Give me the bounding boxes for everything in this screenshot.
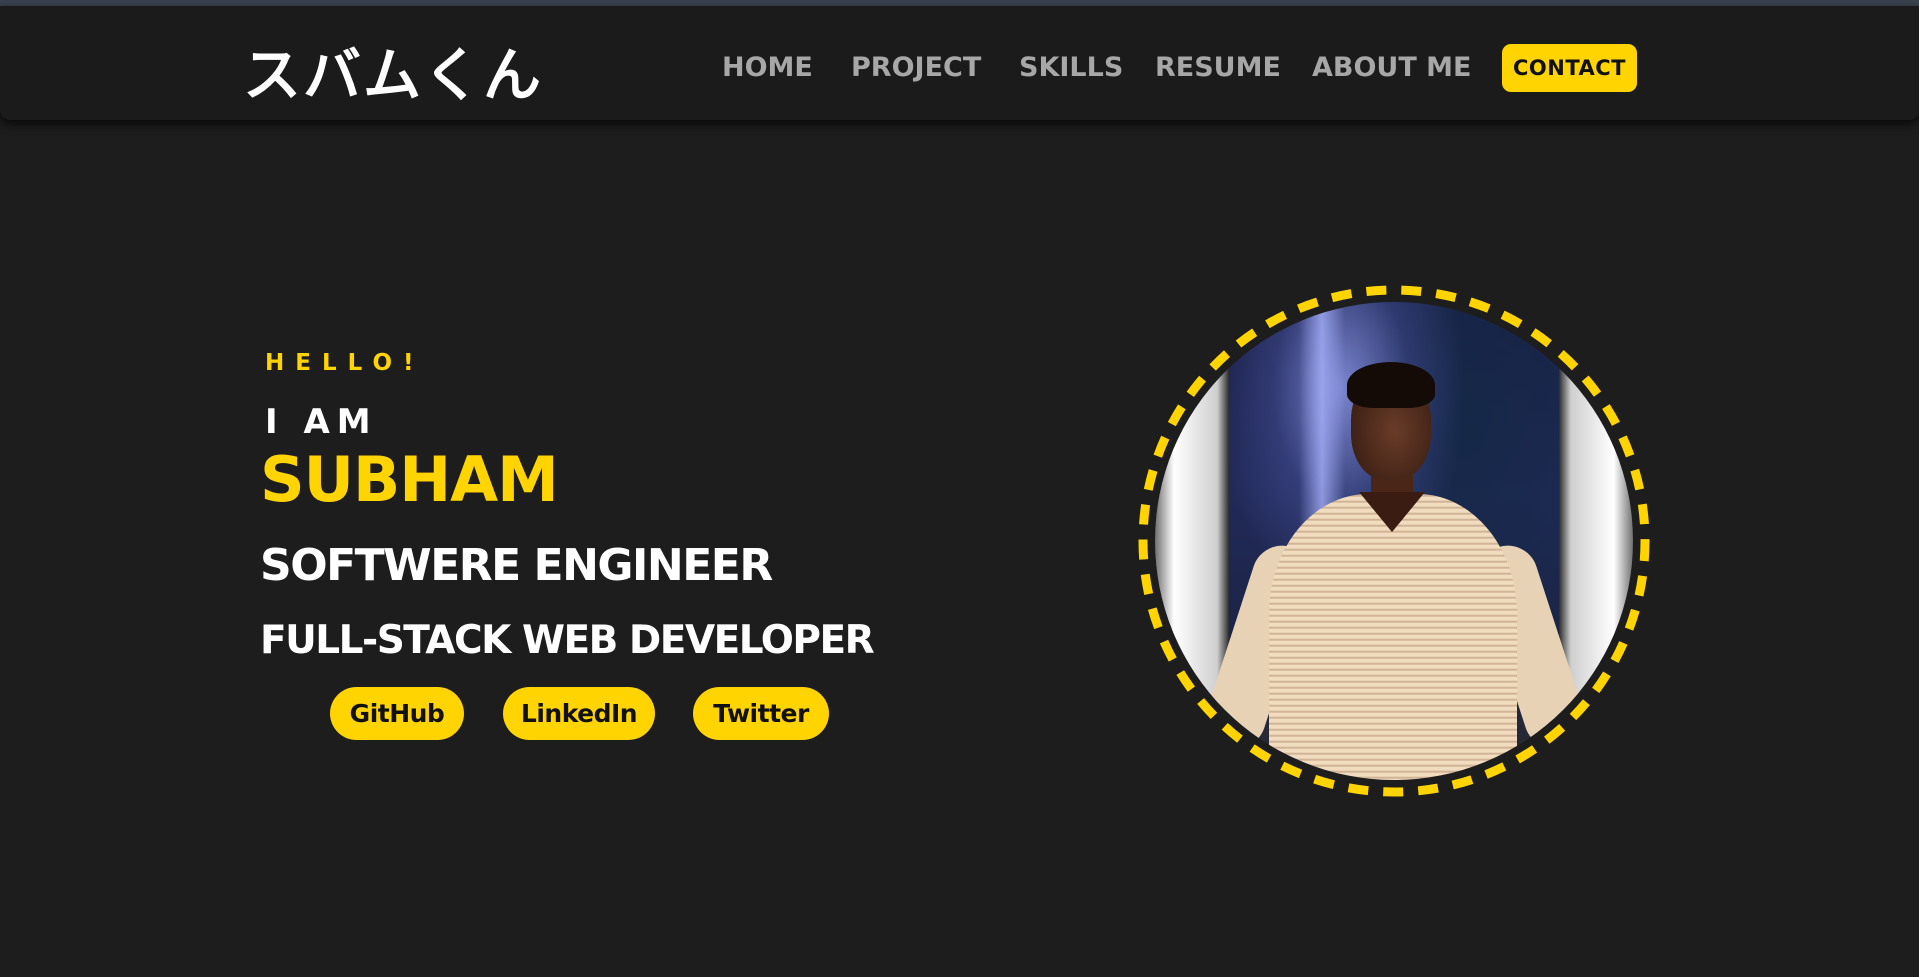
photo-scene xyxy=(1198,302,1592,780)
nav-about-me[interactable]: ABOUT ME xyxy=(1312,48,1471,88)
hero-intro: I AM xyxy=(265,402,378,442)
photo-hair xyxy=(1347,362,1435,408)
nav-resume[interactable]: RESUME xyxy=(1155,48,1281,88)
hero-name: SUBHAM xyxy=(260,443,559,516)
nav-skills[interactable]: SKILLS xyxy=(1019,48,1123,88)
nav-home[interactable]: HOME xyxy=(722,48,813,88)
hero-role-primary: SOFTWERE ENGINEER xyxy=(260,540,773,591)
hero-role-secondary: FULL-STACK WEB DEVELOPER xyxy=(260,618,875,663)
site-header: スバムくん HOME PROJECT SKILLS RESUME ABOUT M… xyxy=(0,6,1919,120)
photo-shirt xyxy=(1269,494,1517,780)
profile-photo-frame xyxy=(1135,282,1653,800)
github-button[interactable]: GitHub xyxy=(330,687,464,740)
linkedin-button[interactable]: LinkedIn xyxy=(503,687,655,740)
nav-project[interactable]: PROJECT xyxy=(851,48,981,88)
profile-photo xyxy=(1155,302,1633,780)
twitter-button[interactable]: Twitter xyxy=(693,687,829,740)
contact-button[interactable]: CONTACT xyxy=(1502,44,1637,92)
hero-greeting: HELLO! xyxy=(265,350,425,376)
site-logo[interactable]: スバムくん xyxy=(243,28,543,112)
